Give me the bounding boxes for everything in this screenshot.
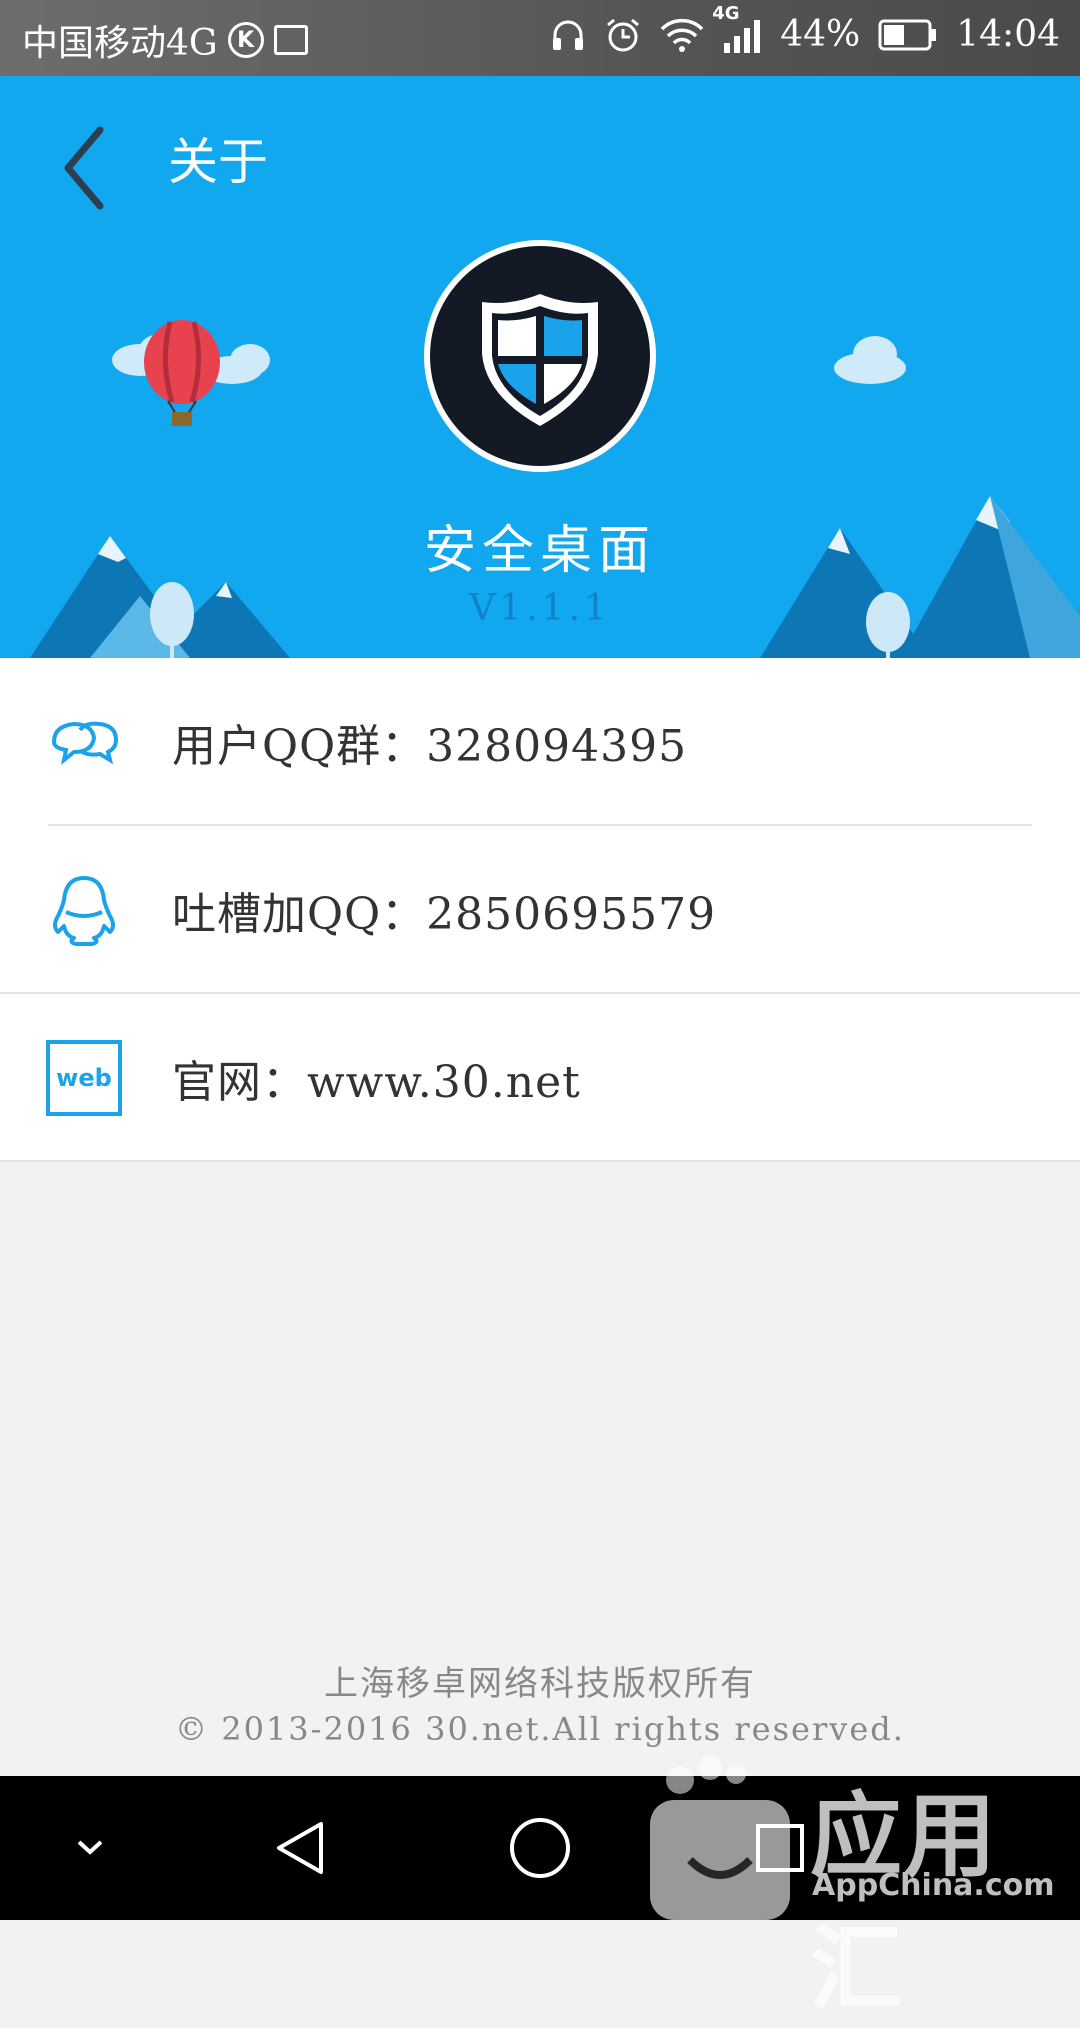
web-icon-text: web [56, 1064, 112, 1092]
home-circle-icon [510, 1818, 570, 1878]
collapse-icon [77, 1840, 103, 1855]
carrier-label: 中国移动4G [22, 23, 218, 64]
alarm-icon [607, 18, 640, 51]
info-list: 用户QQ群：328094395 吐槽加QQ：2850695579 web 官网：… [0, 658, 1080, 1162]
list-item-qq-group[interactable]: 用户QQ群：328094395 [0, 658, 1080, 826]
balloon-icon [144, 320, 220, 426]
chat-bubbles-icon [51, 721, 119, 765]
status-bar: 中国移动4G K 4G 44% 14:04 [0, 0, 1080, 76]
website-label: 官网：www.30.net [172, 1057, 581, 1108]
list-item-website[interactable]: web 官网：www.30.net [0, 994, 1080, 1162]
qq-penguin-icon [53, 876, 115, 946]
battery-percent: 44% [780, 14, 861, 55]
web-icon: web [46, 1040, 122, 1116]
battery-icon [878, 19, 937, 50]
about-header: 关于 安全桌面 V1.1.1 [0, 76, 1080, 658]
app-version: V1.1.1 [469, 588, 611, 629]
network-type: 4G [712, 2, 740, 24]
clock: 14:04 [956, 14, 1060, 55]
shield-icon [424, 240, 656, 472]
nav-back-button[interactable] [260, 1776, 340, 1920]
app-name: 安全桌面 [423, 521, 656, 581]
back-button[interactable] [56, 118, 116, 218]
collapse-button[interactable] [60, 1776, 120, 1920]
headphones-icon [553, 20, 584, 50]
watermark-site: AppChina.com [812, 1868, 1055, 1903]
page-title: 关于 [168, 133, 268, 191]
image-icon [273, 25, 308, 55]
appchina-watermark: 应用汇 AppChina.com [640, 1740, 1080, 2023]
watermark-logo-icon [650, 1756, 790, 1920]
k-circle-icon: K [227, 22, 264, 58]
list-item-feedback-qq[interactable]: 吐槽加QQ：2850695579 [0, 826, 1080, 994]
company-text: 上海移卓网络科技版权所有 [324, 1664, 756, 1704]
nav-home-button[interactable] [500, 1776, 580, 1920]
qq-group-label: 用户QQ群：328094395 [172, 721, 688, 772]
feedback-qq-label: 吐槽加QQ：2850695579 [172, 889, 717, 940]
wifi-icon [660, 18, 704, 52]
divider [0, 1160, 1080, 1162]
back-triangle-icon [277, 1822, 323, 1874]
